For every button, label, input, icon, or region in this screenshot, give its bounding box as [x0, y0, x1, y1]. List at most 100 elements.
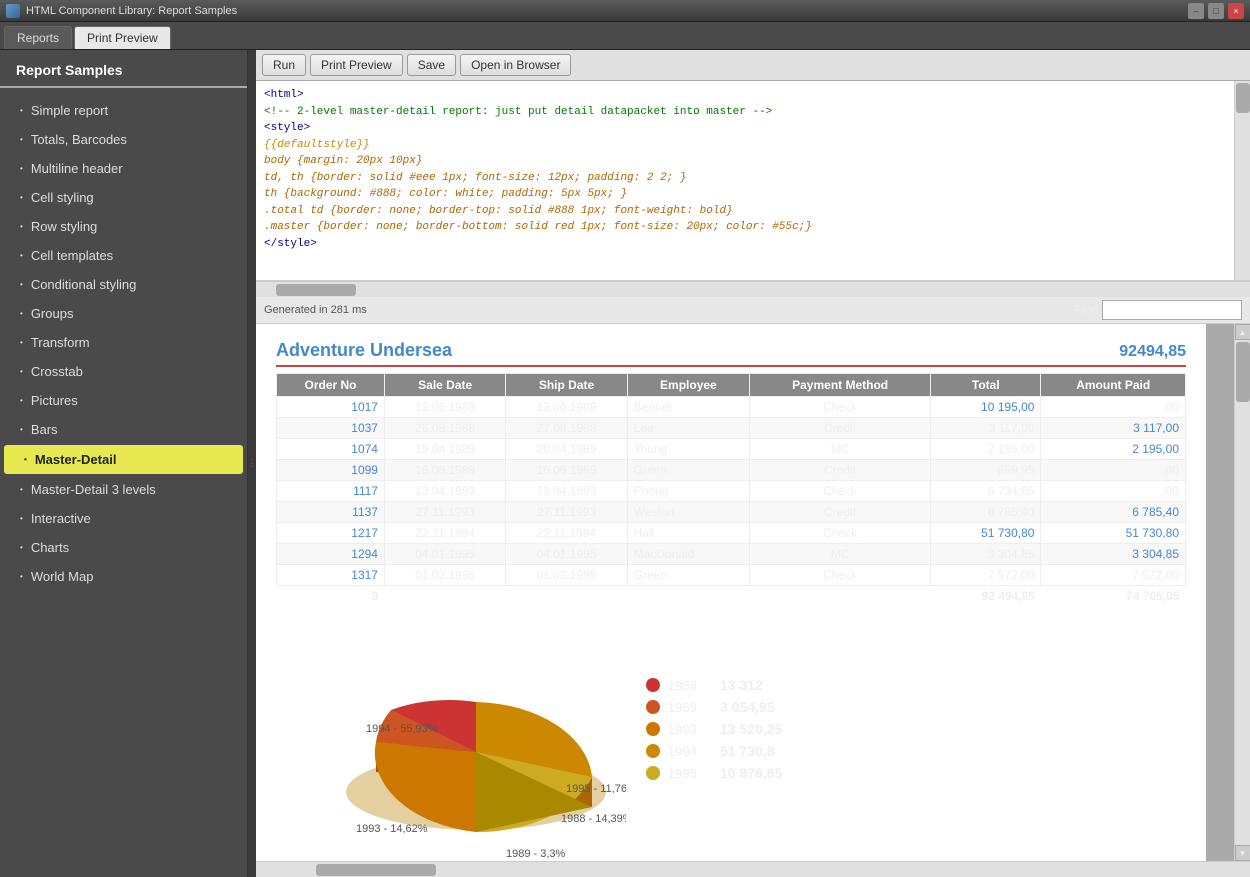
- code-horizontal-scrollbar[interactable]: [256, 281, 1250, 297]
- save-button[interactable]: Save: [407, 54, 456, 76]
- tab-reports[interactable]: Reports: [4, 26, 72, 49]
- sidebar-item-world-map[interactable]: • World Map: [0, 562, 247, 591]
- cell-order: 1017: [277, 397, 385, 418]
- cell-payment: Check: [750, 481, 931, 502]
- cell-total: 2 195,00: [931, 439, 1041, 460]
- sidebar-item-label: Bars: [31, 422, 58, 437]
- cell-amount-paid: 51 730,80: [1041, 523, 1186, 544]
- company-total: 92494,85: [1119, 343, 1186, 361]
- bullet-icon: •: [20, 309, 23, 318]
- cell-amount-paid: 7 572,00: [1041, 565, 1186, 586]
- sidebar-item-groups[interactable]: • Groups: [0, 299, 247, 328]
- cell-ship-date: 22.11.1994: [506, 523, 627, 544]
- legend-dot-1993: [646, 722, 660, 736]
- cell-employee: Hall: [627, 523, 749, 544]
- scroll-down-arrow[interactable]: ▼: [1235, 845, 1250, 861]
- app-icon: [6, 4, 20, 18]
- sidebar-item-simple-report[interactable]: • Simple report: [0, 96, 247, 125]
- code-html-tag: <html>: [264, 89, 304, 101]
- cell-payment: Check: [750, 523, 931, 544]
- legend-year-1989: 1989: [668, 700, 708, 715]
- cell-employee: Green: [627, 565, 749, 586]
- preview-scroll-thumb[interactable]: [1236, 342, 1250, 402]
- totals-empty4: [750, 586, 931, 607]
- bullet-icon: •: [20, 485, 23, 494]
- cell-amount-paid: 3 117,00: [1041, 418, 1186, 439]
- preview-content: Adventure Undersea 92494,85 Order No Sal…: [256, 324, 1206, 861]
- run-button[interactable]: Run: [262, 54, 306, 76]
- maximize-button[interactable]: □: [1208, 3, 1224, 19]
- cell-order: 1137: [277, 502, 385, 523]
- sidebar-item-interactive[interactable]: • Interactive: [0, 504, 247, 533]
- code-hscroll-thumb[interactable]: [276, 284, 356, 296]
- table-row: 107419.04.198920.04.1989YoungMC2 195,002…: [277, 439, 1186, 460]
- bottom-scroll-thumb[interactable]: [316, 864, 436, 876]
- resize-handle[interactable]: ⋮: [248, 50, 256, 877]
- cell-employee: Phong: [627, 481, 749, 502]
- main-layout: Report Samples • Simple report • Totals,…: [0, 50, 1250, 877]
- legend-item-1995: 1995 10 876,85: [646, 765, 1186, 781]
- code-content[interactable]: <html> <!-- 2-level master-detail report…: [256, 81, 1234, 280]
- find-input[interactable]: [1102, 300, 1242, 320]
- table-row: 109916.06.198916.06.1989GreenCredit859,9…: [277, 460, 1186, 481]
- cell-amount-paid: 6 785,40: [1041, 502, 1186, 523]
- sidebar-item-cell-styling[interactable]: • Cell styling: [0, 183, 247, 212]
- sidebar-item-transform[interactable]: • Transform: [0, 328, 247, 357]
- table-footer: 9 92 494,85 74 705,05: [277, 586, 1186, 607]
- legend-value-1995: 10 876,85: [720, 765, 782, 781]
- sidebar-item-totals-barcodes[interactable]: • Totals, Barcodes: [0, 125, 247, 154]
- sidebar-item-crosstab[interactable]: • Crosstab: [0, 357, 247, 386]
- preview-vertical-scrollbar[interactable]: ▲ ▼: [1234, 324, 1250, 861]
- legend-year-1995: 1995: [668, 766, 708, 781]
- sidebar-item-conditional-styling[interactable]: • Conditional styling: [0, 270, 247, 299]
- tab-print-preview[interactable]: Print Preview: [74, 26, 171, 49]
- totals-empty3: [627, 586, 749, 607]
- cell-sale-date: 27.11.1993: [384, 502, 505, 523]
- scroll-up-arrow[interactable]: ▲: [1235, 324, 1250, 340]
- legend-item-1989: 1989 3 054,95: [646, 699, 1186, 715]
- cell-employee: Green: [627, 460, 749, 481]
- code-vertical-scrollbar[interactable]: [1234, 81, 1250, 280]
- sidebar-item-cell-templates[interactable]: • Cell templates: [0, 241, 247, 270]
- col-header-order: Order No: [277, 374, 385, 397]
- table-row: 111713.04.199313.04.1993PhongCheck6 734,…: [277, 481, 1186, 502]
- code-scroll-thumb[interactable]: [1236, 83, 1250, 113]
- pie-chart-svg: 1994 - 55,93% 1995 - 11,76% 1988 - 14,39…: [276, 622, 626, 861]
- titlebar-controls[interactable]: – □ ×: [1188, 3, 1244, 19]
- sidebar-item-master-detail-3[interactable]: • Master-Detail 3 levels: [0, 475, 247, 504]
- table-row: 129404.01.199504.01.1995MacDonaldMC3 304…: [277, 544, 1186, 565]
- toolbar: Run Print Preview Save Open in Browser: [256, 50, 1250, 81]
- cell-payment: Credit: [750, 460, 931, 481]
- table-body: 101712.06.198813.06.1988BennetCheck10 19…: [277, 397, 1186, 586]
- open-browser-button[interactable]: Open in Browser: [460, 54, 571, 76]
- report-table: Order No Sale Date Ship Date Employee Pa…: [276, 373, 1186, 606]
- report-header: Adventure Undersea 92494,85: [276, 340, 1186, 367]
- sidebar-item-pictures[interactable]: • Pictures: [0, 386, 247, 415]
- bullet-icon: •: [20, 543, 23, 552]
- cell-ship-date: 13.06.1988: [506, 397, 627, 418]
- sidebar-item-label: World Map: [31, 569, 94, 584]
- sidebar-item-multiline-header[interactable]: • Multiline header: [0, 154, 247, 183]
- code-editor[interactable]: <html> <!-- 2-level master-detail report…: [256, 81, 1250, 281]
- code-comment: <!-- 2-level master-detail report: just …: [264, 106, 772, 118]
- cell-employee: MacDonald: [627, 544, 749, 565]
- cell-total: 3 117,00: [931, 418, 1041, 439]
- preview-scroll[interactable]: Adventure Undersea 92494,85 Order No Sal…: [256, 324, 1234, 861]
- minimize-button[interactable]: –: [1188, 3, 1204, 19]
- table-row: 131701.02.199501.02.1995GreenCheck7 572,…: [277, 565, 1186, 586]
- sidebar-item-label: Transform: [31, 335, 90, 350]
- sidebar-item-bars[interactable]: • Bars: [0, 415, 247, 444]
- sidebar-item-master-detail[interactable]: • Master-Detail: [4, 445, 243, 474]
- cell-employee: Bennet: [627, 397, 749, 418]
- sidebar-item-label: Cell styling: [31, 190, 94, 205]
- code-master: .master {border: none; border-bottom: so…: [264, 221, 812, 233]
- chart-area: 1994 - 55,93% 1995 - 11,76% 1988 - 14,39…: [276, 622, 1186, 842]
- print-preview-button[interactable]: Print Preview: [310, 54, 403, 76]
- legend-value-1989: 3 054,95: [720, 699, 775, 715]
- sidebar-item-row-styling[interactable]: • Row styling: [0, 212, 247, 241]
- preview-toolbar: Generated in 281 ms Find: [256, 297, 1250, 324]
- bottom-horizontal-scrollbar[interactable]: [256, 861, 1250, 877]
- close-button[interactable]: ×: [1228, 3, 1244, 19]
- preview-scroll-container: Adventure Undersea 92494,85 Order No Sal…: [256, 324, 1250, 861]
- sidebar-item-charts[interactable]: • Charts: [0, 533, 247, 562]
